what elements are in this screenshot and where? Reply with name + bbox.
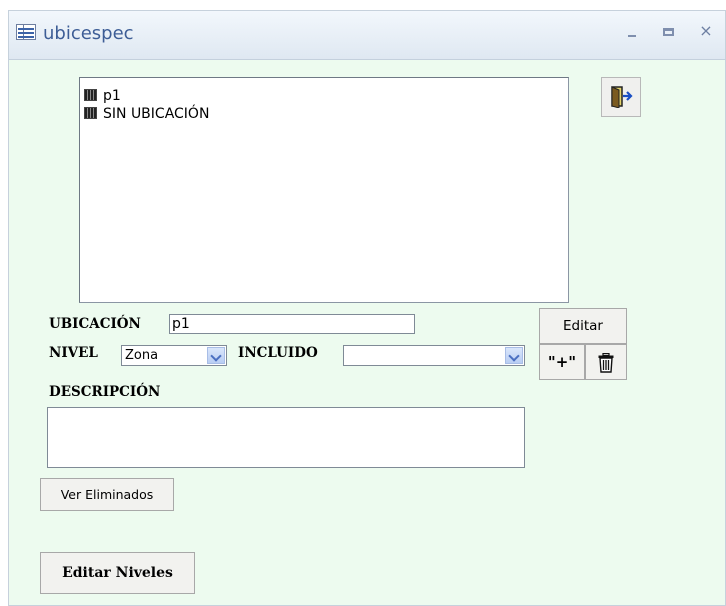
ubicacion-label: UBICACIÓN [49,316,141,332]
chevron-down-icon[interactable] [505,347,523,364]
exit-button[interactable] [601,77,641,117]
title-bar[interactable]: ubicespec × [9,11,725,60]
close-button[interactable]: × [693,19,719,43]
incluido-label: INCLUIDO [238,345,318,361]
nivel-label: NIVEL [49,345,98,361]
edit-levels-button[interactable]: Editar Niveles [40,552,195,594]
trash-icon [598,353,614,373]
close-icon: × [699,21,713,40]
show-deleted-button[interactable]: Ver Eliminados [40,478,174,511]
nivel-select[interactable]: Zona [121,345,227,366]
tree-item-label: SIN UBICACIÓN [103,106,210,122]
minimize-icon [628,35,636,37]
tree-item-label: p1 [103,88,121,104]
edit-button[interactable]: Editar [539,308,627,344]
ubicacion-input[interactable]: p1 [169,314,415,334]
minimize-button[interactable] [619,19,645,43]
tree-item[interactable]: SIN UBICACIÓN [84,105,209,123]
maximize-icon [663,28,674,36]
incluido-select[interactable] [343,345,525,366]
tree-node-icon [84,89,97,101]
descripcion-textarea[interactable] [47,407,525,468]
tree-node-icon [84,107,97,119]
nivel-select-value: Zona [125,348,159,363]
exit-door-icon [611,86,633,108]
chevron-down-icon[interactable] [207,347,225,364]
delete-button[interactable] [585,344,627,380]
location-tree[interactable]: p1 SIN UBICACIÓN [79,77,569,303]
maximize-button[interactable] [656,19,682,43]
descripcion-label: DESCRIPCIÓN [49,384,161,400]
tree-item[interactable]: p1 [84,87,121,105]
form-window: ubicespec × p1 SIN UBICACIÓN UBICACIÓN p… [8,10,726,606]
add-button[interactable]: "+" [539,344,585,380]
window-title: ubicespec [43,23,134,44]
form-icon [16,24,36,40]
